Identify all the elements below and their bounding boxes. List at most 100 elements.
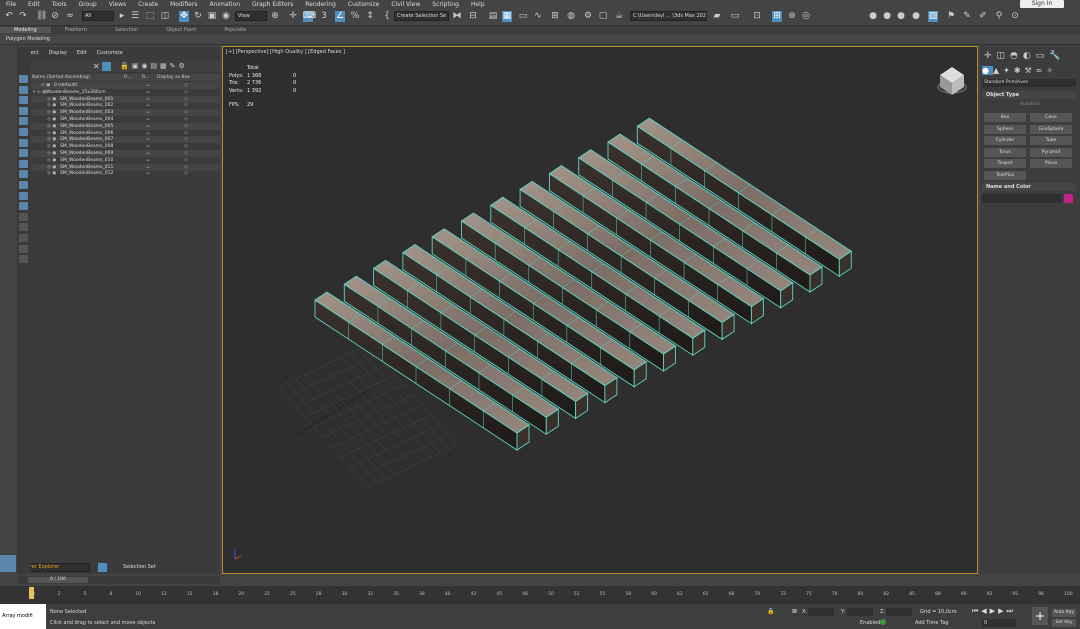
layer-mode-icon[interactable]: [0, 555, 16, 572]
redo-icon[interactable]: ↷: [18, 11, 28, 22]
y-coord-field[interactable]: [847, 608, 873, 616]
object-type-rollout[interactable]: Object Type: [982, 91, 1076, 99]
align-icon[interactable]: ⊟: [468, 11, 478, 22]
x-coord-field[interactable]: [808, 608, 834, 616]
reference-coord-dropdown[interactable]: View: [235, 11, 267, 21]
toggle-ribbon-icon[interactable]: ▭: [518, 11, 528, 22]
render-setup-icon[interactable]: ⚙: [583, 11, 593, 22]
spinner-snap-icon[interactable]: ⇕: [365, 11, 375, 22]
col-frozen[interactable]: Fr...: [124, 75, 132, 80]
link-icon[interactable]: ⛓: [36, 11, 47, 22]
project-path-dropdown[interactable]: C:\Users\leyl ... \3ds Max 2024: [630, 11, 707, 21]
menu-scripting[interactable]: Scripting: [426, 1, 465, 8]
open-explorer-icon[interactable]: ▭: [730, 11, 740, 22]
auto-key-button[interactable]: Auto Key: [1052, 609, 1076, 617]
menu-rendering[interactable]: Rendering: [299, 1, 342, 8]
material-editor-icon[interactable]: ◍: [566, 11, 576, 22]
ribbon-tab-modeling[interactable]: Modeling: [0, 27, 51, 33]
explorer-filter-icon[interactable]: [19, 149, 28, 158]
menu-customize[interactable]: Customize: [342, 1, 386, 8]
render-icon[interactable]: ☕: [146, 170, 150, 177]
menu-group[interactable]: Group: [72, 1, 102, 8]
lock-selection-icon[interactable]: 🔒: [767, 608, 774, 615]
cone-button[interactable]: Cone: [1030, 113, 1072, 122]
autogrid-checkbox[interactable]: AutoGrid: [1020, 102, 1040, 107]
named-selection-dropdown[interactable]: Create Selection Se: [394, 11, 449, 21]
menu-graph-editors[interactable]: Graph Editors: [246, 1, 299, 8]
maximize-viewport-icon[interactable]: ⊛: [787, 11, 797, 22]
snaps-toggle-icon[interactable]: 3: [319, 11, 329, 22]
select-by-name-icon[interactable]: ☰: [130, 11, 140, 22]
brush-icon[interactable]: ✐: [978, 11, 988, 22]
ribbon-tab-object-paint[interactable]: Object Paint: [152, 27, 210, 33]
explorer-filter-icon[interactable]: [19, 244, 28, 253]
cameras-filter-icon[interactable]: ●: [911, 11, 921, 22]
z-coord-field[interactable]: [886, 608, 912, 616]
select-object-icon[interactable]: ▸: [117, 11, 127, 22]
wrench-icon[interactable]: ✎: [962, 11, 972, 22]
clear-search-icon[interactable]: ✕: [93, 62, 100, 71]
col-name[interactable]: Name (Sorted Ascending): [32, 75, 90, 80]
explorer-filter-icon[interactable]: [19, 117, 28, 126]
menu-help[interactable]: Help: [465, 1, 491, 8]
mirror-icon[interactable]: ⧓: [452, 11, 462, 22]
panel-tabs-icons[interactable]: ✛◫◓◐▭🔧: [984, 51, 1076, 61]
explorer-filter-icon[interactable]: [19, 202, 28, 211]
viewcube-icon[interactable]: [937, 67, 967, 95]
timeline-thumb[interactable]: [29, 587, 34, 599]
sphere-button[interactable]: Sphere: [984, 124, 1026, 134]
curve-editor-icon[interactable]: ∿: [533, 11, 543, 22]
explorer-filter-icon[interactable]: [19, 85, 28, 94]
bind-space-warp-icon[interactable]: ≈: [65, 11, 75, 22]
explorer-filter-icon[interactable]: [19, 128, 28, 136]
explorer-filter-icon[interactable]: [19, 170, 28, 179]
category-dropdown[interactable]: Standard Primitives: [982, 79, 1076, 87]
explorer-filter-icon[interactable]: [19, 159, 28, 168]
maxscript-mini-listener[interactable]: Array modifi: [0, 604, 46, 629]
explorer-filter-icon[interactable]: [19, 234, 28, 242]
timeline[interactable]: 0258101215182022252830323538404245485052…: [0, 586, 1080, 604]
geosphere-button[interactable]: GeoSphere: [1030, 124, 1072, 134]
populate-icon[interactable]: ⚑: [946, 11, 956, 22]
enabled-toggle[interactable]: [880, 619, 886, 625]
explorer-row[interactable]: ◎ ● SM_WoodenBeams_012 ☕ ◎: [31, 170, 220, 177]
geometry-filter-icon[interactable]: ●: [868, 11, 878, 22]
explorer-filter-icon[interactable]: [19, 106, 28, 115]
col-render[interactable]: R...: [142, 75, 149, 80]
ribbon-tab-freeform[interactable]: Freeform: [51, 27, 101, 33]
ribbon-sub-label[interactable]: Polygon Modeling: [6, 36, 50, 42]
pin-icon[interactable]: ⚲: [994, 11, 1004, 22]
selection-filter-dropdown[interactable]: All: [82, 11, 114, 21]
explorer-tool-icons[interactable]: 🔒▣◉▤▦✎⚙: [120, 62, 188, 70]
toggle-scene-explorer-icon[interactable]: ▤: [488, 11, 498, 22]
visibility-icon[interactable]: ◎ ●: [47, 170, 56, 177]
move-icon[interactable]: ✥: [179, 11, 189, 22]
menu-edit[interactable]: Edit: [22, 1, 46, 8]
object-color-swatch[interactable]: [1064, 194, 1073, 203]
pivot-center-icon[interactable]: ⊕: [270, 11, 280, 22]
undo-icon[interactable]: ↶: [4, 11, 14, 22]
name-and-color-rollout[interactable]: Name and Color: [982, 183, 1076, 191]
project-folder-icon[interactable]: ▰: [712, 11, 722, 22]
explorer-filter-icon[interactable]: [19, 212, 28, 221]
key-mode-icon[interactable]: +: [1032, 607, 1048, 625]
create-category-icons[interactable]: ●▲✦✱⚒≈✧: [982, 66, 1076, 76]
box-button[interactable]: Box: [984, 113, 1026, 122]
add-time-tag[interactable]: Add Time Tag: [915, 620, 949, 626]
torus-button[interactable]: Torus: [984, 147, 1026, 157]
pyramid-button[interactable]: Pyramid: [1030, 147, 1072, 157]
current-frame-field[interactable]: 0: [982, 619, 1016, 627]
teapot-button[interactable]: Teapot: [984, 159, 1026, 169]
menu-tools[interactable]: Tools: [46, 1, 73, 8]
explorer-filter-icon[interactable]: [19, 75, 28, 83]
menu-views[interactable]: Views: [103, 1, 132, 8]
explorer-menu-edit[interactable]: Edit: [72, 50, 92, 58]
transform-mode-icon[interactable]: ⊠: [792, 608, 797, 615]
plane-button[interactable]: Plane: [1030, 159, 1072, 169]
rendered-frame-icon[interactable]: ▢: [598, 11, 608, 22]
set-key-button[interactable]: Set Key: [1052, 619, 1076, 627]
scale-icon[interactable]: ▣: [207, 11, 217, 22]
explorer-menu-customize[interactable]: Customize: [92, 50, 128, 58]
edit-named-selection-icon[interactable]: {: [382, 11, 392, 22]
schematic-view-icon[interactable]: ⊞: [550, 11, 560, 22]
